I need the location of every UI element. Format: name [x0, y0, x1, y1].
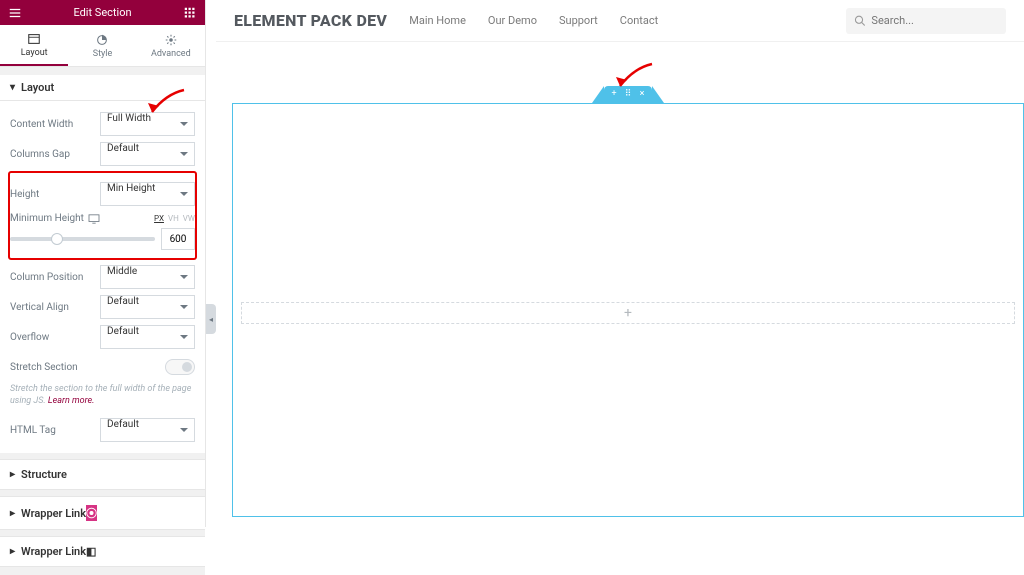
- editor-panel: Edit Section Layout Style Advanced ▾ Lay…: [0, 0, 206, 527]
- accordion-structure-label: Structure: [21, 468, 67, 481]
- panel-title: Edit Section: [24, 6, 181, 19]
- column-position-select[interactable]: Middle: [100, 265, 195, 289]
- tab-layout-label: Layout: [21, 48, 48, 58]
- min-height-slider-row: [10, 228, 195, 250]
- row-stretch: Stretch Section: [10, 354, 195, 380]
- tab-advanced[interactable]: Advanced: [137, 25, 205, 66]
- nav-contact[interactable]: Contact: [620, 14, 658, 27]
- preview-area: ELEMENT PACK DEV Main Home Our Demo Supp…: [216, 0, 1024, 527]
- section-outline[interactable]: +: [232, 103, 1024, 517]
- chevron-down-icon: ▾: [10, 82, 15, 93]
- row-overflow: Overflow Default: [10, 324, 195, 350]
- canvas: + ⠿ × +: [232, 86, 1024, 517]
- chevron-right-icon: ▸: [10, 546, 15, 557]
- row-min-height: Minimum Height PX VH VW: [10, 213, 195, 224]
- add-widget-drop[interactable]: +: [241, 302, 1015, 324]
- panel-body: ▾ Layout Content Width Full Width Column…: [0, 67, 205, 575]
- row-content-width: Content Width Full Width: [10, 111, 195, 137]
- nav-main-home[interactable]: Main Home: [409, 14, 466, 27]
- overflow-select[interactable]: Default: [100, 325, 195, 349]
- chevron-right-icon: ▸: [10, 508, 15, 519]
- unit-vw[interactable]: VW: [183, 214, 195, 223]
- columns-gap-label: Columns Gap: [10, 149, 100, 160]
- chevron-right-icon: ▸: [10, 469, 15, 480]
- add-section-icon[interactable]: +: [610, 90, 619, 99]
- stretch-help: Stretch the section to the full width of…: [10, 380, 195, 409]
- accordion-wrapper-link-2[interactable]: ▸ Wrapper Link ◧: [0, 536, 205, 567]
- min-height-slider[interactable]: [10, 237, 155, 241]
- tab-style-label: Style: [93, 49, 113, 59]
- content-width-select[interactable]: Full Width: [100, 112, 195, 136]
- accordion-layout[interactable]: ▾ Layout: [0, 75, 205, 101]
- row-height: Height Min Height: [10, 181, 195, 207]
- height-select[interactable]: Min Height: [100, 182, 195, 206]
- nav-support[interactable]: Support: [559, 14, 598, 27]
- row-columns-gap: Columns Gap Default: [10, 141, 195, 167]
- unit-px[interactable]: PX: [154, 214, 164, 223]
- apps-icon[interactable]: [181, 4, 199, 22]
- nav-our-demo[interactable]: Our Demo: [488, 14, 537, 27]
- row-column-position: Column Position Middle: [10, 264, 195, 290]
- stretch-label: Stretch Section: [10, 362, 100, 373]
- overflow-label: Overflow: [10, 332, 100, 343]
- unit-switch: PX VH VW: [154, 214, 195, 223]
- panel-collapse-handle[interactable]: ◂: [206, 304, 216, 334]
- highlight-box: Height Min Height Minimum Height PX VH V…: [8, 171, 197, 260]
- unit-vh[interactable]: VH: [168, 214, 179, 223]
- layout-controls: Content Width Full Width Columns Gap Def…: [0, 101, 205, 453]
- learn-more-link[interactable]: Learn more.: [48, 396, 95, 406]
- search-icon: [854, 14, 865, 27]
- height-label: Height: [10, 189, 100, 200]
- column-position-label: Column Position: [10, 272, 100, 283]
- stretch-toggle[interactable]: [165, 359, 195, 375]
- slider-thumb[interactable]: [51, 233, 63, 245]
- menu-icon[interactable]: [6, 4, 24, 22]
- html-tag-label: HTML Tag: [10, 425, 100, 436]
- plugin-badge-icon: ◧: [86, 545, 96, 558]
- drag-section-icon[interactable]: ⠿: [624, 90, 633, 99]
- section-handle: + ⠿ ×: [604, 86, 652, 103]
- accordion-wrapper-link-1[interactable]: ▸ Wrapper Link ⦿: [0, 496, 205, 530]
- vertical-align-select[interactable]: Default: [100, 295, 195, 319]
- tab-layout[interactable]: Layout: [0, 25, 68, 66]
- delete-section-icon[interactable]: ×: [638, 90, 647, 99]
- accordion-wrapper-link-1-label: Wrapper Link: [21, 507, 86, 520]
- row-html-tag: HTML Tag Default: [10, 417, 195, 443]
- panel-header: Edit Section: [0, 0, 205, 25]
- accordion-structure[interactable]: ▸ Structure: [0, 459, 205, 490]
- tab-advanced-label: Advanced: [151, 49, 191, 59]
- tab-style[interactable]: Style: [68, 25, 136, 66]
- accordion-wrapper-link-2-label: Wrapper Link: [21, 545, 86, 558]
- panel-tabs: Layout Style Advanced: [0, 25, 205, 67]
- min-height-input[interactable]: [161, 228, 195, 250]
- min-height-label: Minimum Height: [10, 213, 100, 224]
- plugin-badge-icon: ⦿: [86, 505, 97, 521]
- site-topbar: ELEMENT PACK DEV Main Home Our Demo Supp…: [216, 0, 1024, 42]
- html-tag-select[interactable]: Default: [100, 418, 195, 442]
- columns-gap-select[interactable]: Default: [100, 142, 195, 166]
- accordion-layout-label: Layout: [21, 81, 54, 94]
- content-width-label: Content Width: [10, 119, 100, 130]
- search-input[interactable]: [871, 14, 998, 27]
- vertical-align-label: Vertical Align: [10, 302, 100, 313]
- row-vertical-align: Vertical Align Default: [10, 294, 195, 320]
- site-brand: ELEMENT PACK DEV: [234, 11, 387, 30]
- search-box[interactable]: [846, 8, 1006, 34]
- desktop-icon[interactable]: [88, 214, 100, 224]
